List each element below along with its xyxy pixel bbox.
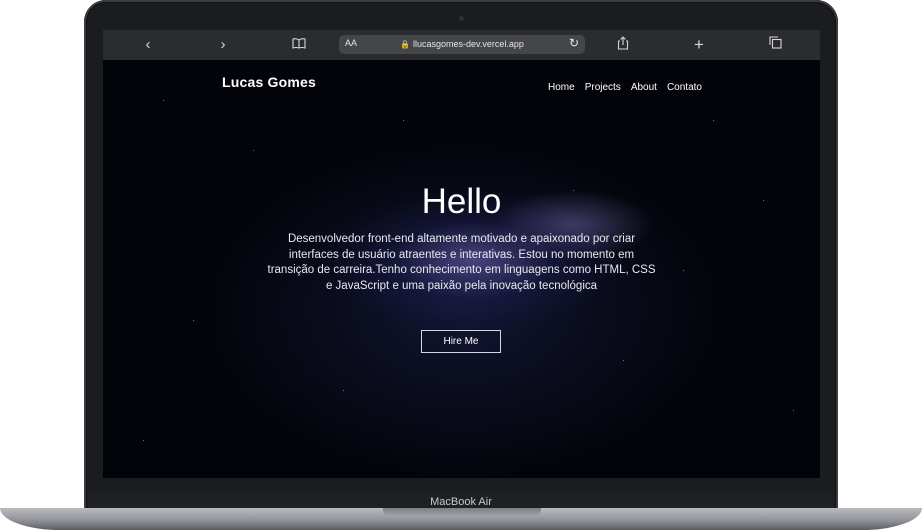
book-icon[interactable] xyxy=(290,36,308,54)
device-label: MacBook Air xyxy=(430,496,492,508)
lock-icon: 🔒 xyxy=(400,40,411,49)
main-nav: Home Projects About Contato xyxy=(548,77,712,95)
nav-link-contato[interactable]: Contato xyxy=(667,82,702,93)
nav-link-home[interactable]: Home xyxy=(548,82,575,93)
browser-toolbar: ‹ › AA 🔒 llucasgomes-dev.vercel.app ↻ + xyxy=(103,30,820,61)
share-icon[interactable] xyxy=(615,36,631,54)
screen: ‹ › AA 🔒 llucasgomes-dev.vercel.app ↻ + L xyxy=(103,30,820,478)
chevron-right-icon[interactable]: › xyxy=(216,36,230,54)
reload-icon[interactable]: ↻ xyxy=(569,36,579,50)
plus-icon[interactable]: + xyxy=(691,36,707,54)
hero-description: Desenvolvedor front-end altamente motiva… xyxy=(267,233,656,292)
url-text: llucasgomes-dev.vercel.app xyxy=(413,39,524,49)
camera-icon xyxy=(459,16,464,21)
tabs-icon[interactable] xyxy=(767,36,783,54)
site-logo[interactable]: Lucas Gomes xyxy=(222,74,316,90)
laptop-notch xyxy=(383,508,541,517)
nav-link-projects[interactable]: Projects xyxy=(585,82,621,93)
address-bar[interactable]: AA 🔒 llucasgomes-dev.vercel.app ↻ xyxy=(339,35,585,54)
hero-title: Hello xyxy=(421,182,502,221)
hire-me-button[interactable]: Hire Me xyxy=(421,330,501,353)
website-page: Lucas Gomes Home Projects About Contato Hel… xyxy=(103,60,820,478)
chevron-left-icon[interactable]: ‹ xyxy=(141,36,155,54)
nav-link-about[interactable]: About xyxy=(631,82,657,93)
